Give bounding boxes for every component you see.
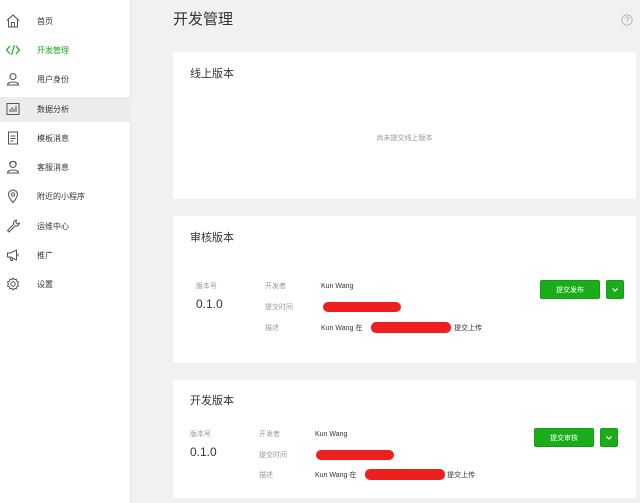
online-version-empty: 尚未提交线上版本 xyxy=(376,135,433,142)
sidebar-item-nearby-miniprogram[interactable]: 附近的小程序 xyxy=(0,184,131,209)
sidebar-item-label: 用户身份 xyxy=(37,75,69,84)
developer-value: Kun Wang xyxy=(315,431,348,438)
gear-icon xyxy=(4,275,22,293)
document-icon xyxy=(4,129,22,147)
sidebar-item-template-message[interactable]: 模板消息 xyxy=(0,126,131,151)
redaction-mark xyxy=(371,322,451,333)
review-version-title: 审核版本 xyxy=(190,232,234,244)
wrench-icon xyxy=(4,217,22,235)
version-number: 0.1.0 xyxy=(196,297,223,311)
description-prefix: Kun Wang 在 xyxy=(321,325,363,332)
question-circle-icon[interactable] xyxy=(621,14,633,26)
description-suffix: 提交上传 xyxy=(447,472,475,479)
description-prefix: Kun Wang 在 xyxy=(315,472,357,479)
main-content: 开发管理 线上版本 尚未提交线上版本 审核版本 版本号 0.1.0 开发者 Ku… xyxy=(131,0,640,503)
sidebar-item-settings[interactable]: 设置 xyxy=(0,272,131,297)
submit-release-button[interactable]: 提交发布 xyxy=(540,280,600,299)
sidebar-item-label: 首页 xyxy=(37,17,53,26)
submit-review-button[interactable]: 提交审核 xyxy=(534,428,594,447)
user-icon xyxy=(4,70,22,88)
description-label: 描述 xyxy=(265,325,279,332)
home-icon xyxy=(4,12,22,30)
sidebar-item-label: 开发管理 xyxy=(37,46,69,55)
sidebar-item-label: 推广 xyxy=(37,251,53,260)
sidebar-item-data-analysis[interactable]: 数据分析 xyxy=(0,97,131,122)
sidebar-item-label: 运维中心 xyxy=(37,222,69,231)
sidebar-item-label: 模板消息 xyxy=(37,134,69,143)
review-version-card: 审核版本 版本号 0.1.0 开发者 Kun Wang 提交时间 描述 Kun … xyxy=(173,216,636,363)
page-title: 开发管理 xyxy=(173,11,234,28)
redaction-mark xyxy=(316,450,394,460)
dev-version-card: 开发版本 版本号 0.1.0 开发者 Kun Wang 提交时间 描述 Kun … xyxy=(173,380,636,498)
code-icon xyxy=(4,41,22,59)
sidebar-item-label: 附近的小程序 xyxy=(37,192,85,201)
sidebar: 首页 开发管理 用户身份 数据分析 模板消息 客服消息 附近的小程序 运维中心 … xyxy=(0,0,131,503)
review-more-button[interactable] xyxy=(606,280,624,299)
version-label: 版本号 xyxy=(196,283,217,290)
redaction-mark xyxy=(365,469,445,480)
support-agent-icon xyxy=(4,158,22,176)
sidebar-item-ops-center[interactable]: 运维中心 xyxy=(0,214,131,239)
location-pin-icon xyxy=(4,187,22,205)
megaphone-icon xyxy=(4,246,22,264)
sidebar-item-label: 数据分析 xyxy=(37,105,69,114)
sidebar-item-label: 设置 xyxy=(37,280,53,289)
online-version-card: 线上版本 尚未提交线上版本 xyxy=(173,52,636,199)
version-number: 0.1.0 xyxy=(190,445,217,459)
version-label: 版本号 xyxy=(190,431,211,438)
submit-time-label: 提交时间 xyxy=(265,304,293,311)
redaction-mark xyxy=(323,302,401,312)
submit-time-label: 提交时间 xyxy=(259,452,287,459)
sidebar-item-label: 客服消息 xyxy=(37,163,69,172)
description-suffix: 提交上传 xyxy=(454,325,482,332)
bar-chart-icon xyxy=(4,100,22,118)
dev-more-button[interactable] xyxy=(600,428,618,447)
sidebar-item-user-identity[interactable]: 用户身份 xyxy=(0,67,131,92)
developer-value: Kun Wang xyxy=(321,283,354,290)
sidebar-item-home[interactable]: 首页 xyxy=(0,9,131,34)
developer-label: 开发者 xyxy=(265,283,286,290)
sidebar-item-dev-management[interactable]: 开发管理 xyxy=(0,38,131,63)
developer-label: 开发者 xyxy=(259,431,280,438)
sidebar-item-customer-message[interactable]: 客服消息 xyxy=(0,155,131,180)
description-label: 描述 xyxy=(259,472,273,479)
dev-version-title: 开发版本 xyxy=(190,395,234,407)
online-version-title: 线上版本 xyxy=(190,68,234,80)
sidebar-item-promotion[interactable]: 推广 xyxy=(0,243,131,268)
